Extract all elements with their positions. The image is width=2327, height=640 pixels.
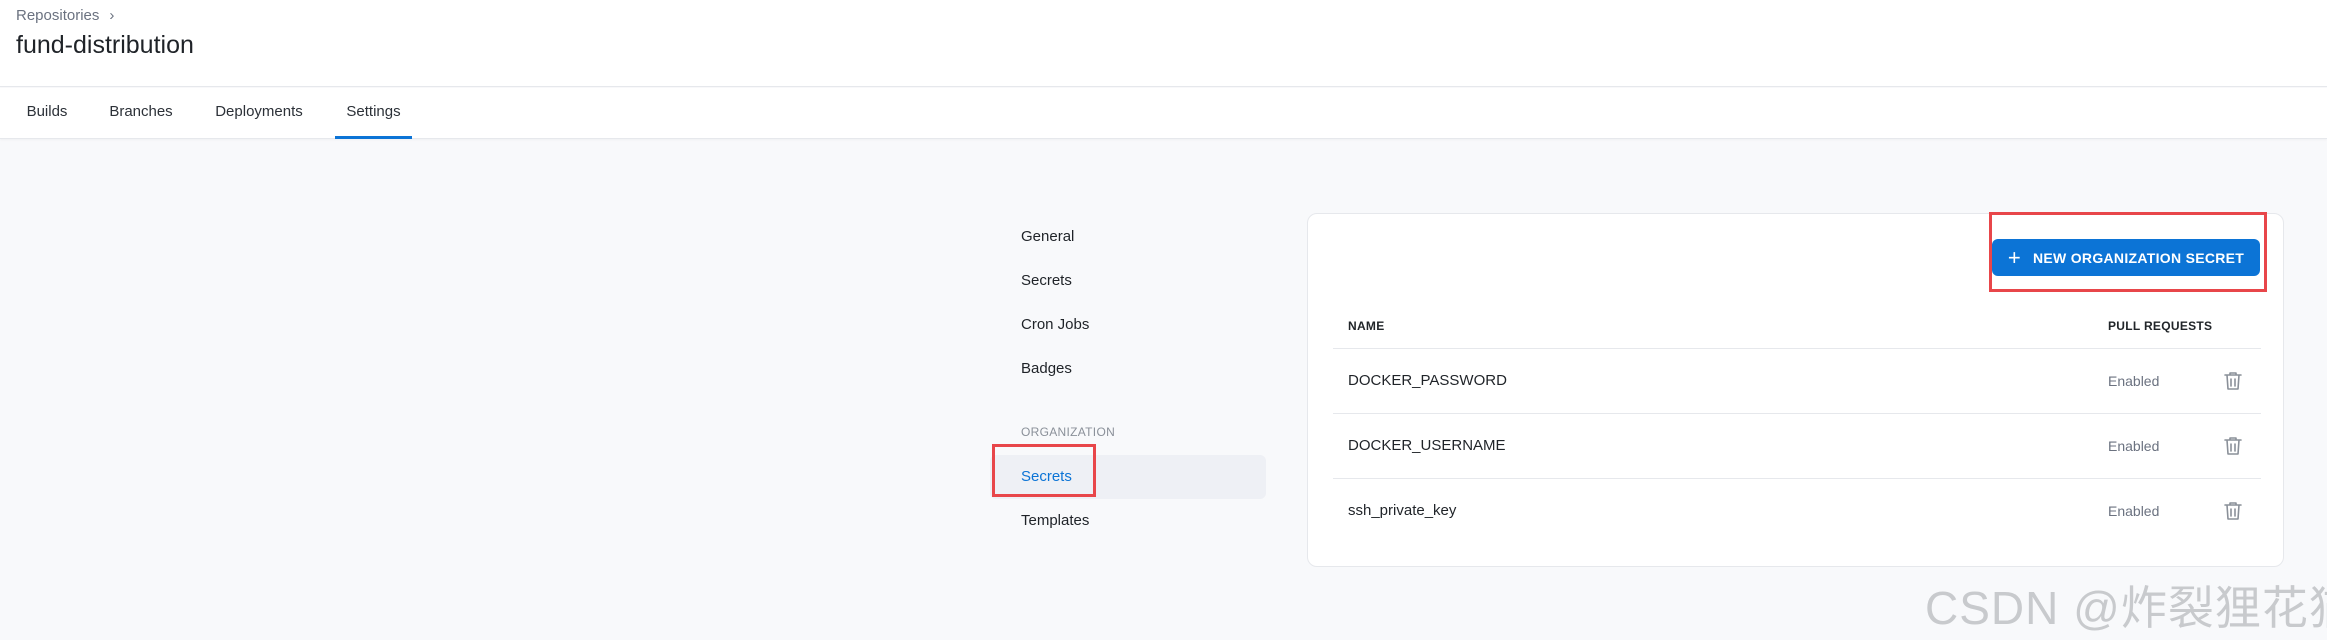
nav-item-org-secrets[interactable]: Secrets <box>990 455 1266 499</box>
secret-name: DOCKER_PASSWORD <box>1348 372 1507 389</box>
watermark: CSDN @炸裂狸花猫 <box>1925 582 2327 634</box>
table-row: DOCKER_USERNAME Enabled <box>1333 414 2261 479</box>
tab-settings[interactable]: Settings <box>335 88 412 139</box>
nav-item-cron-jobs[interactable]: Cron Jobs <box>990 303 1266 347</box>
table-row: DOCKER_PASSWORD Enabled <box>1333 349 2261 414</box>
nav-section-organization: ORGANIZATION <box>1021 425 1116 439</box>
page-title: fund-distribution <box>16 31 194 59</box>
nav-item-badges[interactable]: Badges <box>990 347 1266 391</box>
plus-icon: + <box>2007 244 2021 270</box>
pull-requests-status: Enabled <box>2108 503 2160 519</box>
column-header-pull-requests: PULL REQUESTS <box>2108 319 2213 333</box>
secret-name: ssh_private_key <box>1348 502 1457 519</box>
chevron-right-icon: › <box>109 7 115 24</box>
trash-icon[interactable] <box>2221 499 2245 523</box>
tab-bar: Builds Branches Deployments Settings <box>0 88 2327 139</box>
pull-requests-status: Enabled <box>2108 373 2160 389</box>
tab-builds[interactable]: Builds <box>26 88 68 139</box>
breadcrumb: Repositories › <box>16 7 114 24</box>
nav-item-templates[interactable]: Templates <box>990 499 1266 543</box>
trash-icon[interactable] <box>2221 369 2245 393</box>
breadcrumb-repositories-link[interactable]: Repositories <box>16 7 99 24</box>
nav-item-general[interactable]: General <box>990 215 1266 259</box>
org-secrets-panel: + NEW ORGANIZATION SECRET NAME PULL REQU… <box>1307 213 2284 567</box>
tab-deployments[interactable]: Deployments <box>213 88 305 139</box>
tab-branches[interactable]: Branches <box>108 88 174 139</box>
pull-requests-status: Enabled <box>2108 438 2160 454</box>
trash-icon[interactable] <box>2221 434 2245 458</box>
secret-name: DOCKER_USERNAME <box>1348 437 1506 454</box>
repo-header: Repositories › fund-distribution <box>0 0 2327 87</box>
table-row: ssh_private_key Enabled <box>1333 479 2261 544</box>
new-organization-secret-label: NEW ORGANIZATION SECRET <box>2032 249 2245 266</box>
column-header-name: NAME <box>1348 319 1385 333</box>
new-organization-secret-button[interactable]: + NEW ORGANIZATION SECRET <box>1992 239 2260 276</box>
nav-item-secrets[interactable]: Secrets <box>990 259 1266 303</box>
